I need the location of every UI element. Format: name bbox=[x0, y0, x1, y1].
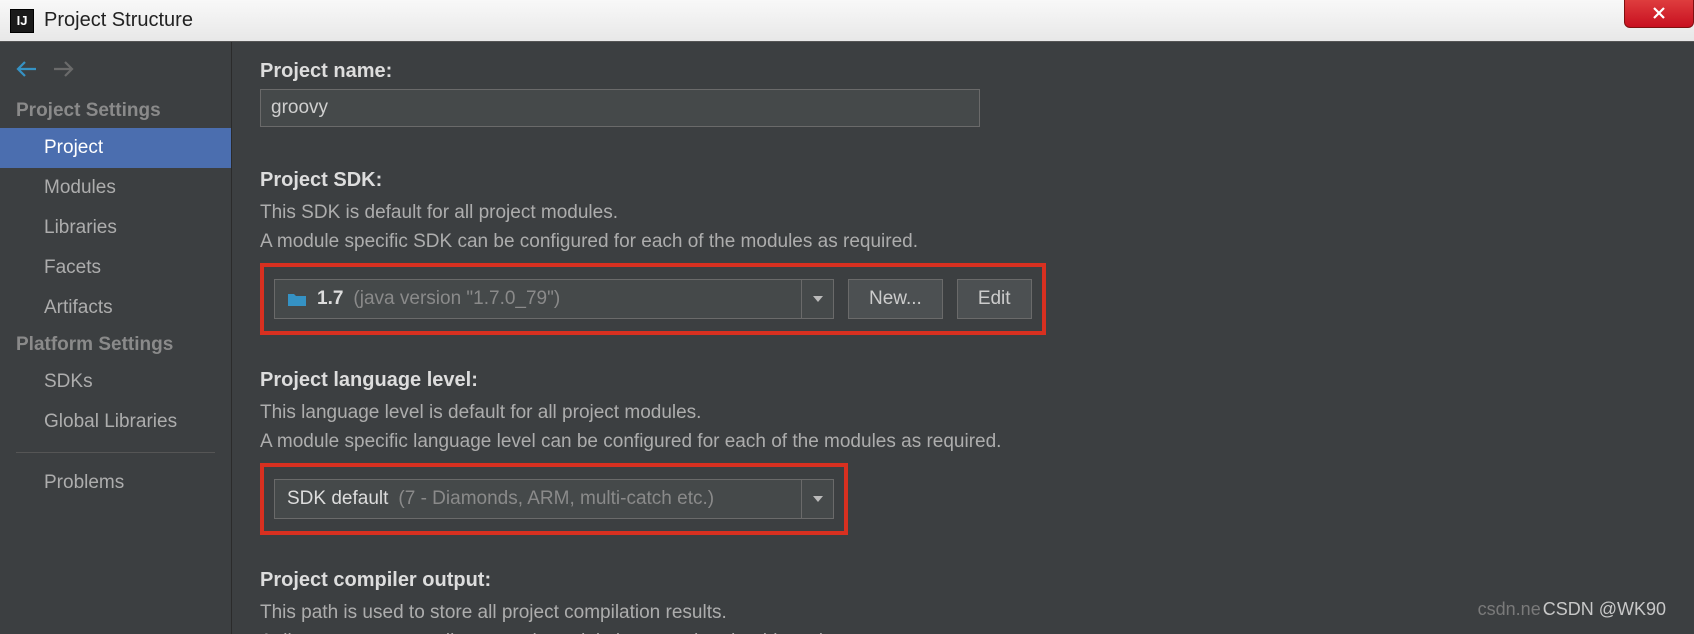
sidebar-item-modules[interactable]: Modules bbox=[0, 168, 231, 208]
language-level-detail: (7 - Diamonds, ARM, multi-catch etc.) bbox=[398, 488, 714, 510]
language-level-desc2: A module specific language level can be … bbox=[260, 427, 1666, 456]
platform-settings-header: Platform Settings bbox=[0, 328, 231, 362]
content-panel: Project name: Project SDK: This SDK is d… bbox=[232, 42, 1694, 634]
language-level-desc1: This language level is default for all p… bbox=[260, 398, 1666, 427]
sidebar-item-project[interactable]: Project bbox=[0, 128, 231, 168]
project-sdk-label: Project SDK: bbox=[260, 169, 1666, 192]
compiler-output-desc2: A directory corresponding to each module… bbox=[260, 627, 1666, 634]
project-name-label: Project name: bbox=[260, 60, 1666, 83]
language-level-label: Project language level: bbox=[260, 369, 1666, 392]
sidebar-item-sdks[interactable]: SDKs bbox=[0, 362, 231, 402]
nav-forward-button[interactable] bbox=[52, 60, 74, 78]
nav-back-button[interactable] bbox=[16, 60, 38, 78]
app-icon: IJ bbox=[10, 9, 34, 33]
close-button[interactable] bbox=[1624, 0, 1694, 28]
folder-icon bbox=[287, 291, 307, 307]
caret-down-icon bbox=[812, 295, 824, 303]
title-bar: IJ Project Structure bbox=[0, 0, 1694, 42]
sdk-edit-button[interactable]: Edit bbox=[957, 279, 1032, 319]
compiler-output-label: Project compiler output: bbox=[260, 569, 1666, 592]
sidebar-item-global-libraries[interactable]: Global Libraries bbox=[0, 402, 231, 442]
arrow-left-icon bbox=[16, 60, 38, 78]
language-level-default: SDK default bbox=[287, 488, 388, 510]
language-level-highlight: SDK default (7 - Diamonds, ARM, multi-ca… bbox=[260, 463, 848, 535]
sidebar-item-artifacts[interactable]: Artifacts bbox=[0, 288, 231, 328]
sdk-version: (java version "1.7.0_79") bbox=[353, 288, 560, 310]
sdk-new-button[interactable]: New... bbox=[848, 279, 943, 319]
sdk-highlight: 1.7 (java version "1.7.0_79") New... Edi… bbox=[260, 263, 1046, 335]
compiler-output-desc1: This path is used to store all project c… bbox=[260, 598, 1666, 627]
sidebar-item-facets[interactable]: Facets bbox=[0, 248, 231, 288]
close-icon bbox=[1651, 5, 1667, 21]
sidebar: Project Settings Project Modules Librari… bbox=[0, 42, 232, 634]
language-level-dropdown[interactable]: SDK default (7 - Diamonds, ARM, multi-ca… bbox=[274, 479, 834, 519]
watermark: csdn.neCSDN @WK90 bbox=[1478, 599, 1666, 620]
sidebar-item-libraries[interactable]: Libraries bbox=[0, 208, 231, 248]
sidebar-divider bbox=[16, 452, 215, 453]
sidebar-item-problems[interactable]: Problems bbox=[0, 463, 231, 503]
project-settings-header: Project Settings bbox=[0, 94, 231, 128]
project-sdk-desc2: A module specific SDK can be configured … bbox=[260, 227, 1666, 256]
arrow-right-icon bbox=[52, 60, 74, 78]
project-name-input[interactable] bbox=[260, 89, 980, 127]
window-title: Project Structure bbox=[44, 9, 193, 32]
caret-down-icon bbox=[812, 495, 824, 503]
project-sdk-dropdown[interactable]: 1.7 (java version "1.7.0_79") bbox=[274, 279, 834, 319]
sdk-name: 1.7 bbox=[317, 288, 343, 310]
project-sdk-desc1: This SDK is default for all project modu… bbox=[260, 198, 1666, 227]
